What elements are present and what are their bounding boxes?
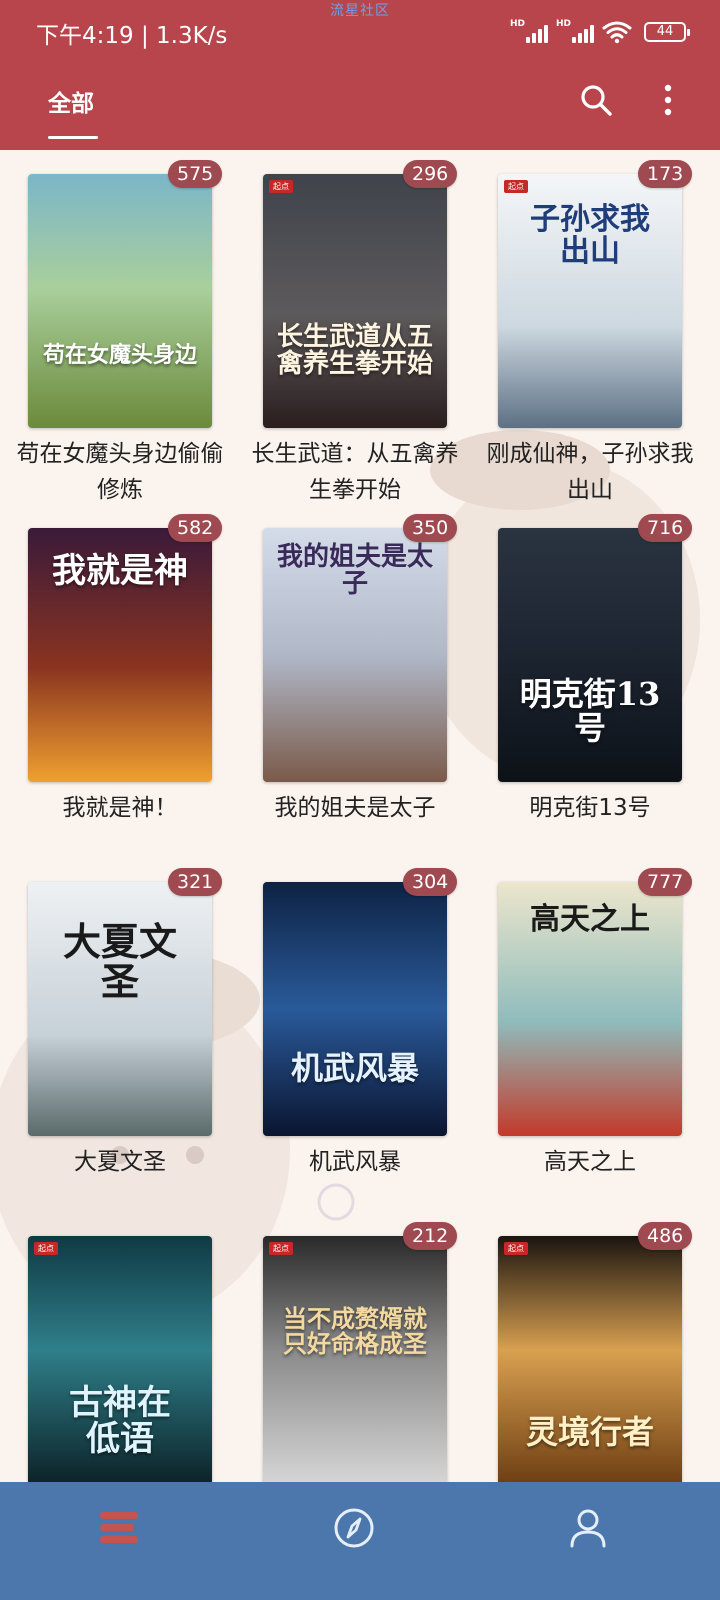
- book-title[interactable]: 大夏文圣: [10, 1144, 230, 1180]
- cover-title-text: 当不成赘婿就只好命格成圣: [283, 1304, 427, 1359]
- unread-count-badge: 173: [638, 160, 693, 188]
- wifi-icon: [602, 21, 632, 44]
- book-cover[interactable]: 我就是神: [28, 528, 212, 782]
- unread-count-badge: 575: [168, 160, 223, 188]
- book-cover[interactable]: 起点 古神在低语: [28, 1236, 212, 1482]
- more-vert-icon[interactable]: [656, 82, 680, 118]
- publisher-logo: 起点: [269, 180, 293, 193]
- book-title[interactable]: 我的姐夫是太子: [245, 790, 465, 826]
- unread-count-badge: 321: [168, 868, 223, 896]
- compass-icon[interactable]: [330, 1504, 378, 1552]
- cover-title-text: 灵境行者: [525, 1413, 654, 1451]
- person-icon[interactable]: [564, 1504, 612, 1552]
- cover-title-text: 苟在女魔头身边: [42, 342, 197, 368]
- app-bar: 流星社区 下午4:19 | 1.3K/s HD HD 44 全部: [0, 0, 720, 150]
- bottom-navigation: [0, 1482, 720, 1600]
- hd-label: HD: [556, 19, 572, 29]
- unread-count-badge: 777: [638, 868, 693, 896]
- bookshelf-grid: 苟在女魔头身边 575 苟在女魔头身边偷偷修炼 起点 长生武道从五禽养生拳开始 …: [0, 150, 720, 1482]
- book-title[interactable]: 机武风暴: [245, 1144, 465, 1180]
- bookshelf-icon[interactable]: [96, 1504, 144, 1552]
- cover-title-text: 大夏文圣: [62, 919, 177, 1004]
- tab-all[interactable]: 全部: [48, 84, 94, 118]
- status-time-speed: 下午4:19 | 1.3K/s: [36, 23, 228, 49]
- battery-icon: 44: [644, 22, 690, 42]
- cover-title-text: 我的姐夫是太子: [277, 542, 434, 600]
- cover-title-text: 机武风暴: [290, 1049, 419, 1087]
- publisher-logo: 起点: [504, 1242, 528, 1255]
- book-title[interactable]: 长生武道：从五禽养生拳开始: [245, 436, 465, 508]
- cover-title-text: 我就是神: [52, 551, 188, 591]
- book-cover[interactable]: 明克街13号: [498, 528, 682, 782]
- cover-title-text: 高天之上: [530, 902, 650, 937]
- book-cover[interactable]: 起点 当不成赘婿就只好命格成圣: [263, 1236, 447, 1482]
- book-title[interactable]: 我就是神！: [10, 790, 230, 826]
- cover-title-text: 子孙求我出山: [530, 202, 650, 269]
- book-title[interactable]: 高天之上: [480, 1144, 700, 1180]
- book-cover[interactable]: 起点 灵境行者: [498, 1236, 682, 1482]
- search-icon[interactable]: [578, 82, 614, 118]
- signal-icon: HD: [510, 19, 548, 43]
- book-title[interactable]: 明克街13号: [480, 790, 700, 826]
- publisher-logo: 起点: [504, 180, 528, 193]
- book-cover[interactable]: 高天之上: [498, 882, 682, 1136]
- book-title[interactable]: 刚成仙神，子孙求我出山: [480, 436, 700, 508]
- signal-icon: HD: [556, 19, 594, 43]
- book-cover[interactable]: 起点 子孙求我出山: [498, 174, 682, 428]
- book-title[interactable]: 苟在女魔头身边偷偷修炼: [10, 436, 230, 508]
- tab-indicator: [48, 136, 98, 139]
- book-cover[interactable]: 我的姐夫是太子: [263, 528, 447, 782]
- unread-count-badge: 304: [403, 868, 458, 896]
- publisher-logo: 起点: [269, 1242, 293, 1255]
- book-cover[interactable]: 大夏文圣: [28, 882, 212, 1136]
- unread-count-badge: 296: [403, 160, 458, 188]
- book-cover[interactable]: 起点 长生武道从五禽养生拳开始: [263, 174, 447, 428]
- publisher-logo: 起点: [34, 1242, 58, 1255]
- unread-count-badge: 582: [168, 514, 223, 542]
- cover-title-text: 明克街13号: [519, 675, 661, 747]
- unread-count-badge: 350: [403, 514, 458, 542]
- status-icons: HD HD 44: [510, 16, 690, 48]
- book-cover[interactable]: 苟在女魔头身边: [28, 174, 212, 428]
- unread-count-badge: 486: [638, 1222, 693, 1250]
- hd-label: HD: [510, 19, 526, 29]
- cover-title-text: 古神在低语: [69, 1383, 171, 1459]
- cover-title-text: 长生武道从五禽养生拳开始: [276, 322, 433, 380]
- book-cover[interactable]: 机武风暴: [263, 882, 447, 1136]
- unread-count-badge: 716: [638, 514, 693, 542]
- unread-count-badge: 212: [403, 1222, 458, 1250]
